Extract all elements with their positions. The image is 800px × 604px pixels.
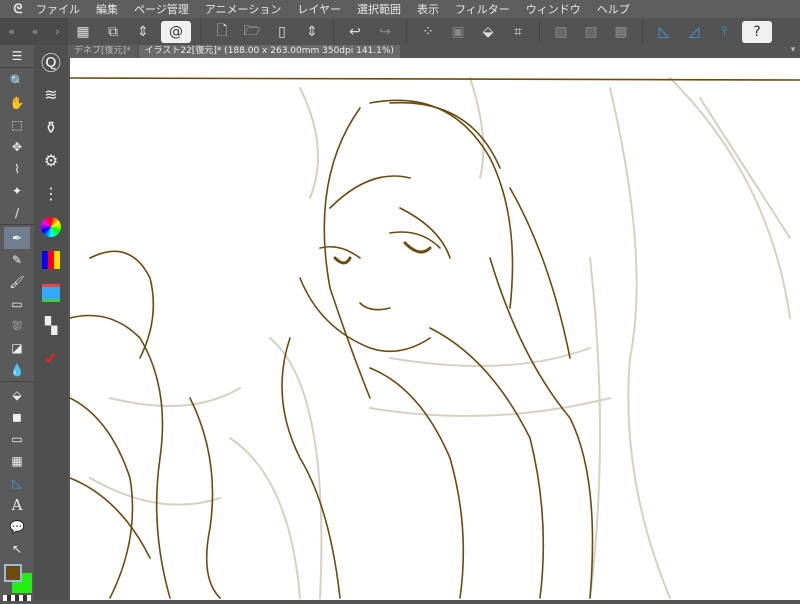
divider bbox=[200, 20, 201, 43]
eraser-tool-icon[interactable]: ▭ bbox=[4, 293, 30, 315]
decoration-tool-icon[interactable]: ⛆ bbox=[4, 315, 30, 337]
fill-drop-icon[interactable]: 💧 bbox=[4, 359, 30, 381]
text-tool-icon[interactable]: A bbox=[4, 494, 30, 516]
clip-studio-logo-icon[interactable]: ᘓ bbox=[0, 2, 36, 17]
main-color-swatch[interactable] bbox=[4, 564, 22, 582]
layer-icon[interactable]: ≋ bbox=[34, 78, 68, 111]
color-set-icon[interactable] bbox=[34, 243, 68, 276]
divider bbox=[406, 20, 407, 43]
clear-selection-icon[interactable]: ▨ bbox=[549, 21, 573, 43]
menu-edit[interactable]: 編集 bbox=[96, 1, 118, 17]
sub-tool-detail-icon[interactable]: ⋮ bbox=[34, 177, 68, 210]
operation-tool-icon[interactable]: ⬚ bbox=[4, 114, 30, 136]
menu-bar: ᘓ ファイル 編集 ページ管理 アニメーション レイヤー 選択範囲 表示 フィル… bbox=[0, 0, 800, 18]
menu-selection[interactable]: 選択範囲 bbox=[357, 1, 401, 17]
grid-icon[interactable]: ▦ bbox=[71, 21, 95, 43]
ruler-tool-icon[interactable]: ◺ bbox=[4, 472, 30, 494]
collapse-icon[interactable]: « bbox=[32, 25, 39, 38]
command-bar: ««› ▦ ⧉ ⇕ @ 🗋 🗁 ▯ ⇕ ↩ ↪ ⁘ ▣ ⬙ ⌗ ▨ ▧ ▩ ◺ … bbox=[0, 18, 800, 45]
selection-icon[interactable]: ▧ bbox=[579, 21, 603, 43]
frame-tool-icon[interactable]: ▦ bbox=[4, 450, 30, 472]
color-wheel-icon[interactable] bbox=[34, 210, 68, 243]
pencil-tool-icon[interactable]: ✎ bbox=[4, 249, 30, 271]
check-icon[interactable]: ✔ bbox=[34, 342, 68, 375]
pen-tool-icon[interactable]: ✒ bbox=[4, 227, 30, 249]
brush-tool-icon[interactable]: 🖌 bbox=[4, 271, 30, 293]
tab-illust22[interactable]: イラスト22[復元]* (188.00 x 263.00mm 350dpi 14… bbox=[138, 45, 400, 58]
menu-file[interactable]: ファイル bbox=[36, 1, 80, 17]
layer-property-icon[interactable]: ▚ bbox=[34, 309, 68, 342]
menu-view[interactable]: 表示 bbox=[417, 1, 439, 17]
navigator-icon[interactable]: Ⓠ bbox=[34, 45, 68, 78]
hand-tool-icon[interactable]: ✋ bbox=[4, 92, 30, 114]
correct-line-icon[interactable]: ↖ bbox=[4, 538, 30, 560]
collapse-left-icon[interactable]: « bbox=[8, 25, 15, 38]
help-button[interactable]: ? bbox=[742, 20, 772, 43]
ruler-snap-icon[interactable]: ◺ bbox=[652, 21, 676, 43]
expand-icon[interactable]: › bbox=[55, 25, 59, 38]
divider bbox=[333, 20, 334, 43]
drawing-canvas[interactable] bbox=[70, 58, 800, 600]
up-down-icon[interactable]: ⇕ bbox=[131, 21, 155, 43]
fill-tool-icon[interactable]: ⬙ bbox=[4, 384, 30, 406]
selection-border-icon[interactable]: ▩ bbox=[609, 21, 633, 43]
menu-animation[interactable]: アニメーション bbox=[205, 1, 282, 17]
special-ruler-snap-icon[interactable]: ◿ bbox=[682, 21, 706, 43]
zoom-tool-icon[interactable]: 🔍 bbox=[4, 70, 30, 92]
redo-icon[interactable]: ↪ bbox=[373, 21, 397, 43]
panel-collapse-controls[interactable]: « « › bbox=[0, 18, 68, 45]
sub-tool-tab-icon[interactable]: ☰ bbox=[4, 45, 30, 67]
blend-tool-icon[interactable]: ◪ bbox=[4, 337, 30, 359]
color-icon[interactable] bbox=[0, 564, 34, 604]
fill-icon[interactable]: ⬙ bbox=[476, 21, 500, 43]
new-file-icon[interactable]: 🗋 bbox=[210, 21, 234, 43]
palette-bar: Ⓠ ≋ ⚱ ⚙ ⋮ ▚ ✔ bbox=[34, 45, 68, 600]
tool-palette: ☰ 🔍 ✋ ⬚ ✥ ⌇ ✦ / ✒ ✎ 🖌 ▭ ⛆ ◪ 💧 ⬙ ◼ ▭ ▦ ◺ … bbox=[0, 45, 34, 601]
open-file-icon[interactable]: 🗁 bbox=[240, 21, 264, 43]
free-transform-icon[interactable]: ⌗ bbox=[506, 21, 530, 43]
grid-snap-icon[interactable]: ⫯ bbox=[712, 21, 736, 43]
dark-sketch-layer bbox=[70, 77, 800, 599]
sketch-artwork bbox=[70, 77, 800, 599]
transparent-color-swatch[interactable] bbox=[3, 595, 31, 601]
menu-help[interactable]: ヘルプ bbox=[597, 1, 630, 17]
tool-property-icon[interactable]: ⚱ bbox=[34, 111, 68, 144]
move-layer-icon[interactable]: ✥ bbox=[4, 136, 30, 158]
gradient-tool-icon[interactable]: ◼ bbox=[4, 406, 30, 428]
light-sketch-layer bbox=[89, 77, 791, 599]
transform-icon[interactable]: ▣ bbox=[446, 21, 470, 43]
menu-filter[interactable]: フィルター bbox=[455, 1, 510, 17]
eyedropper-icon[interactable]: / bbox=[4, 202, 30, 224]
menu-page[interactable]: ページ管理 bbox=[134, 1, 189, 17]
loading-icon[interactable]: ⁘ bbox=[416, 21, 440, 43]
auto-select-icon[interactable]: ✦ bbox=[4, 180, 30, 202]
device-icon[interactable]: ▯ bbox=[270, 21, 294, 43]
selection-tool-icon[interactable]: ⌇ bbox=[4, 158, 30, 180]
document-tabs: デネブ[復元]* イラスト22[復元]* (188.00 x 263.00mm … bbox=[68, 45, 800, 58]
tab-menu-icon[interactable]: ▾ bbox=[786, 45, 800, 58]
timeline-icon[interactable] bbox=[34, 276, 68, 309]
balloon-tool-icon[interactable]: 💬 bbox=[4, 516, 30, 538]
divider bbox=[642, 20, 643, 43]
figure-tool-icon[interactable]: ▭ bbox=[4, 428, 30, 450]
tab-deneb[interactable]: デネブ[復元]* bbox=[68, 45, 137, 58]
clip-studio-button[interactable]: @ bbox=[161, 20, 191, 43]
cursor-window-icon[interactable]: ⧉ bbox=[101, 21, 125, 43]
divider bbox=[539, 20, 540, 43]
menu-window[interactable]: ウィンドウ bbox=[526, 1, 581, 17]
undo-icon[interactable]: ↩ bbox=[343, 21, 367, 43]
menu-layer[interactable]: レイヤー bbox=[297, 1, 341, 17]
up-down-icon[interactable]: ⇕ bbox=[300, 21, 324, 43]
tool-settings-icon[interactable]: ⚙ bbox=[34, 144, 68, 177]
